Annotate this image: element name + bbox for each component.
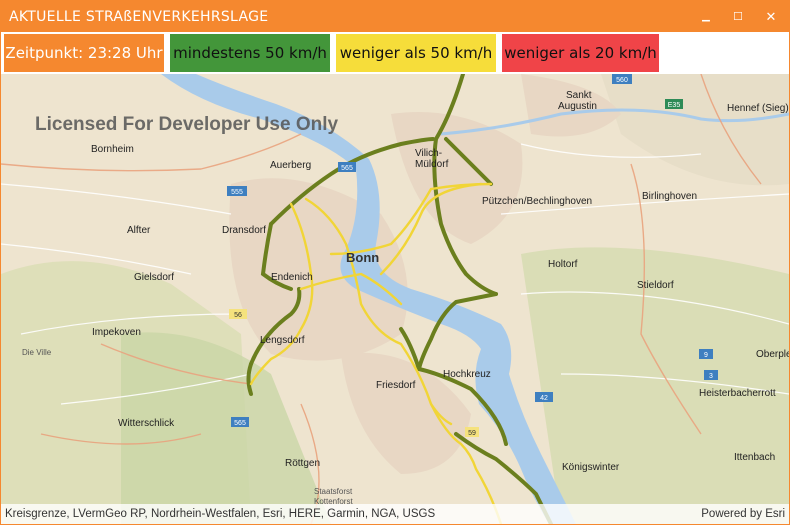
label-witterschlick: Witterschlick — [118, 418, 175, 429]
legend-green: mindestens 50 km/h — [170, 34, 330, 72]
label-oberple: Oberple — [756, 349, 789, 360]
label-endenich: Endenich — [271, 272, 313, 283]
shield-42-label: 42 — [540, 395, 548, 402]
label-holtorf: Holtorf — [548, 259, 578, 270]
label-lengsdorf: Lengsdorf — [260, 335, 305, 346]
label-friesdorf: Friesdorf — [376, 380, 416, 391]
legend-red: weniger als 20 km/h — [502, 34, 659, 72]
label-stieldorf: Stieldorf — [637, 280, 674, 291]
label-koenigswinter: Königswinter — [562, 462, 620, 473]
label-vilich: Vilich- — [415, 148, 442, 159]
shield-e35-label: E35 — [668, 102, 681, 109]
shield-565a-label: 565 — [341, 165, 353, 172]
close-button[interactable]: ✕ — [755, 1, 787, 32]
minimize-button[interactable]: ▁ — [690, 1, 722, 32]
label-heisterbacherrott: Heisterbacherrott — [699, 388, 776, 399]
label-sankt: Sankt — [566, 90, 592, 101]
map-canvas[interactable]: 560 E35 555 565 56 59 42 9 3 565 Bonn Bo… — [1, 74, 789, 524]
label-staatsforst: Staatsforst — [314, 487, 353, 496]
shield-560-label: 560 — [616, 77, 628, 84]
label-vilich-2: Müldorf — [415, 159, 449, 170]
time-label: Zeitpunkt: 23:28 Uhr — [5, 44, 163, 62]
label-augustin: Augustin — [558, 101, 597, 112]
shield-565b-label: 565 — [234, 420, 246, 427]
label-dransdorf: Dransdorf — [222, 225, 266, 236]
label-impekoven: Impekoven — [92, 327, 141, 338]
map-attribution: Kreisgrenze, LVermGeo RP, Nordrhein-West… — [5, 508, 436, 520]
minimize-icon: ▁ — [702, 11, 710, 22]
label-auerberg: Auerberg — [270, 160, 311, 171]
label-dieville: Die Ville — [22, 348, 52, 357]
shield-59-label: 59 — [468, 430, 476, 437]
shield-3-label: 3 — [709, 373, 713, 380]
label-ittenbach: Ittenbach — [734, 452, 775, 463]
powered-by-esri[interactable]: Powered by Esri — [701, 508, 785, 520]
label-roettgen: Röttgen — [285, 458, 320, 469]
close-icon: ✕ — [765, 8, 777, 24]
developer-watermark: Licensed For Developer Use Only — [35, 114, 339, 135]
map-attribution-bar: Kreisgrenze, LVermGeo RP, Nordrhein-West… — [1, 504, 789, 524]
maximize-icon: ☐ — [733, 11, 743, 23]
legend-yellow: weniger als 50 km/h — [336, 34, 496, 72]
label-birlinghoven: Birlinghoven — [642, 191, 697, 202]
shield-9-label: 9 — [704, 352, 708, 359]
label-hochkreuz: Hochkreuz — [443, 369, 491, 380]
label-bonn: Bonn — [346, 250, 379, 265]
legend-red-label: weniger als 20 km/h — [504, 44, 657, 62]
traffic-window: AKTUELLE STRAßENVERKEHRSLAGE ▁ ☐ ✕ Zeitp… — [0, 0, 790, 525]
legend-yellow-label: weniger als 50 km/h — [339, 44, 493, 62]
label-alfter: Alfter — [127, 225, 151, 236]
title-bar[interactable]: AKTUELLE STRAßENVERKEHRSLAGE ▁ ☐ ✕ — [1, 1, 789, 32]
label-gielsdorf: Gielsdorf — [134, 272, 174, 283]
label-bornheim: Bornheim — [91, 144, 134, 155]
traffic-map[interactable]: 560 E35 555 565 56 59 42 9 3 565 Bonn Bo… — [1, 74, 789, 524]
maximize-button[interactable]: ☐ — [722, 1, 754, 32]
label-hennef: Hennef (Sieg) — [727, 103, 789, 114]
legend-green-label: mindestens 50 km/h — [173, 44, 327, 62]
shield-555-label: 555 — [231, 189, 243, 196]
window-title: AKTUELLE STRAßENVERKEHRSLAGE — [9, 9, 269, 25]
label-puetzchen: Pützchen/Bechlinghoven — [482, 196, 592, 207]
legend-bar: Zeitpunkt: 23:28 Uhr mindestens 50 km/h … — [1, 32, 789, 74]
shield-56-label: 56 — [234, 312, 242, 319]
time-badge: Zeitpunkt: 23:28 Uhr — [4, 34, 164, 72]
